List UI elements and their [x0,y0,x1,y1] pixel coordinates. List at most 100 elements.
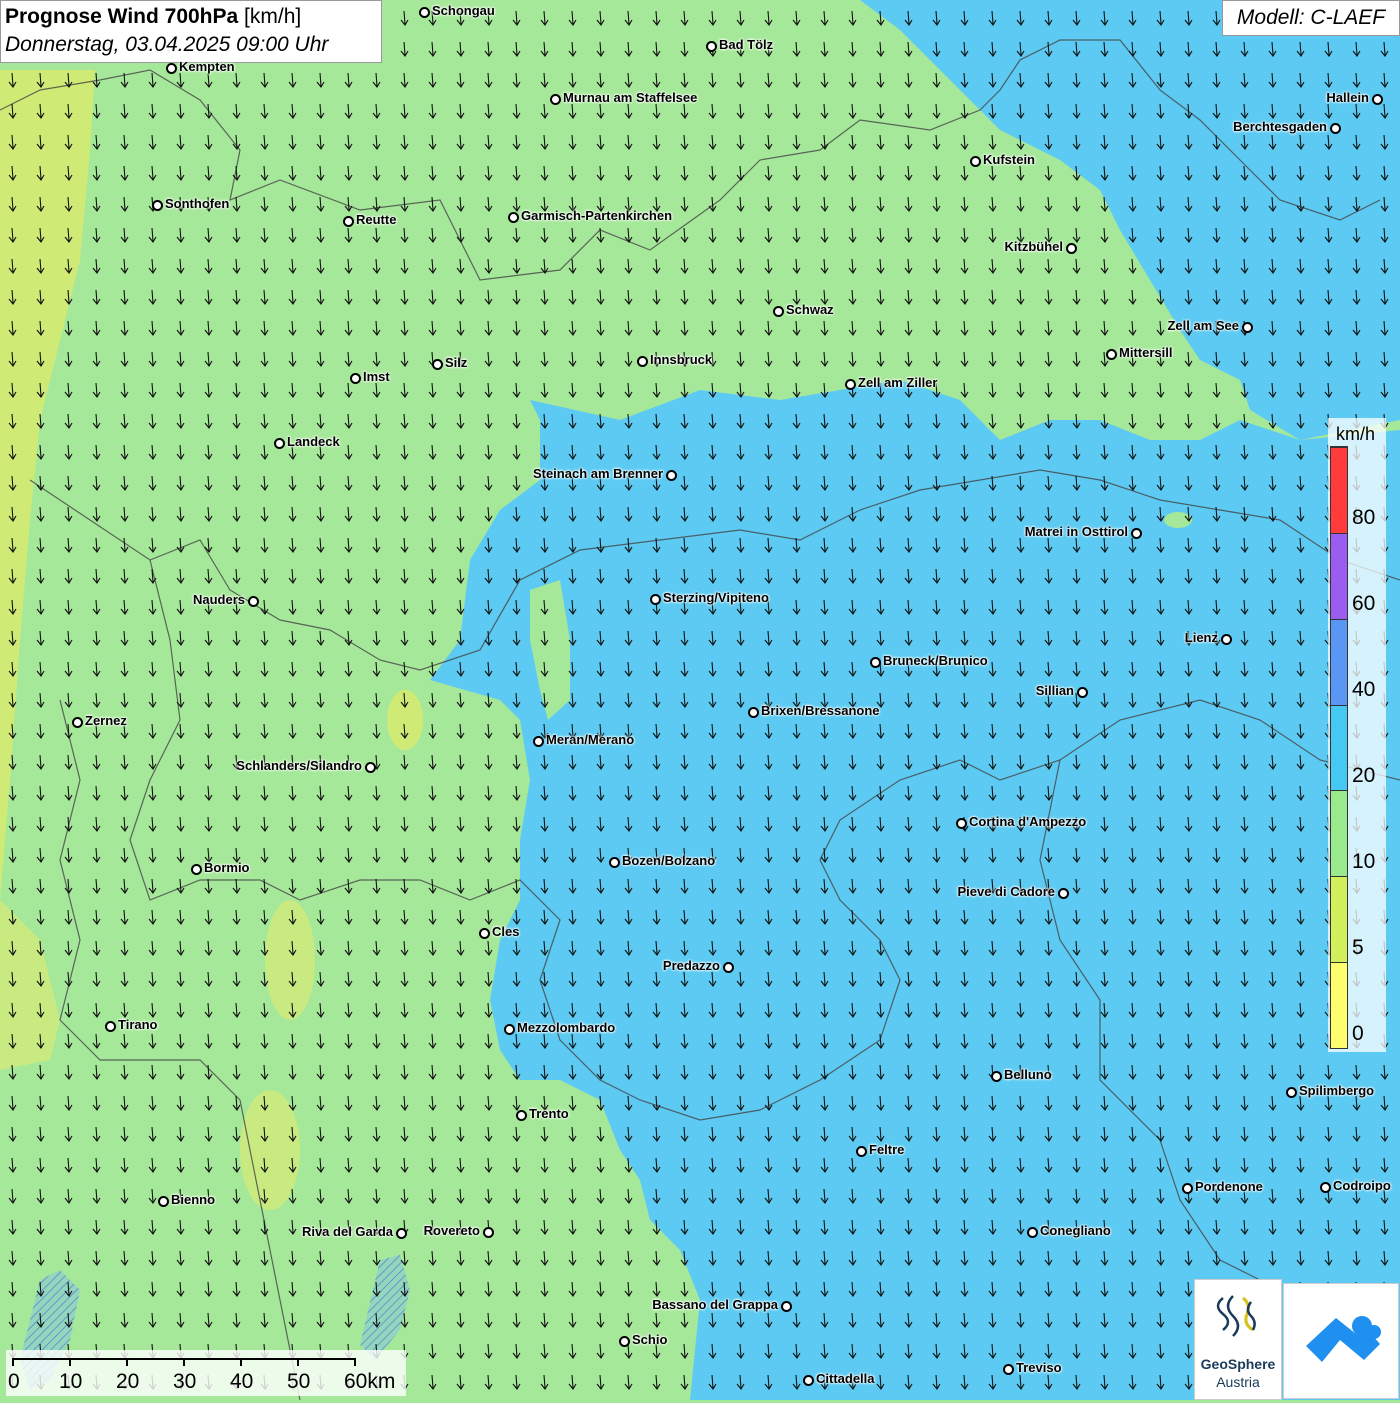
color-legend: km/h 80 60 40 20 10 5 0 [1328,418,1386,1052]
city-label: Matrei in Osttirol [1024,524,1128,539]
scale-label: 20 [116,1370,140,1393]
city-label: Codroipo [1333,1178,1391,1193]
forecast-datetime: Donnerstag, 03.04.2025 09:00 Uhr [5,33,329,56]
city-marker[interactable] [650,594,661,605]
city-marker[interactable] [666,470,677,481]
scale-tick [240,1358,242,1366]
city-marker[interactable] [343,216,354,227]
legend-color-segment [1331,962,1347,1048]
city-marker[interactable] [1077,687,1088,698]
city-marker[interactable] [1131,528,1142,539]
city-label: Lienz [1184,630,1218,645]
city-label: Schwaz [786,302,834,317]
city-marker[interactable] [1003,1364,1014,1375]
city-marker[interactable] [803,1375,814,1386]
city-marker[interactable] [191,864,202,875]
city-marker[interactable] [870,657,881,668]
city-label: Schio [632,1332,668,1347]
city-marker[interactable] [508,212,519,223]
city-label: Silz [445,355,468,370]
model-label: Modell: C-LAEF [1222,0,1400,36]
city-marker[interactable] [365,762,376,773]
city-marker[interactable] [856,1146,867,1157]
legend-tick-label: 40 [1352,678,1376,701]
scale-tick [297,1358,299,1366]
city-marker[interactable] [609,857,620,868]
city-label: Murnau am Staffelsee [563,90,698,105]
city-marker[interactable] [723,962,734,973]
city-label: Reutte [356,212,397,227]
city-marker[interactable] [1320,1182,1331,1193]
app-logo[interactable] [1283,1283,1399,1399]
city-marker[interactable] [419,7,430,18]
city-marker[interactable] [504,1024,515,1035]
city-marker[interactable] [1286,1087,1297,1098]
city-marker[interactable] [991,1071,1002,1082]
city-marker[interactable] [533,736,544,747]
city-marker[interactable] [479,928,490,939]
city-marker[interactable] [1066,243,1077,254]
legend-color-segment [1331,532,1347,619]
city-label: Feltre [869,1142,905,1157]
city-label: Berchtesgaden [1233,119,1327,134]
city-marker[interactable] [706,41,717,52]
city-marker[interactable] [1372,94,1383,105]
city-label: Cortina d'Ampezzo [969,814,1087,829]
city-marker[interactable] [350,373,361,384]
city-marker[interactable] [781,1301,792,1312]
legend-color-segment [1331,876,1347,963]
city-label: Zell am See [1167,318,1239,333]
city-marker[interactable] [1330,123,1341,134]
city-label: Belluno [1004,1067,1052,1082]
city-marker[interactable] [1242,322,1253,333]
city-label: Zell am Ziller [858,375,938,390]
city-marker[interactable] [1027,1227,1038,1238]
scale-label: 30 [173,1370,197,1393]
city-label: Kitzbühel [1004,239,1064,254]
city-marker[interactable] [72,717,83,728]
city-label: Pordenone [1195,1179,1263,1194]
geosphere-logo[interactable]: GeoSphere Austria [1194,1279,1282,1400]
city-marker[interactable] [550,94,561,105]
city-marker[interactable] [432,359,443,370]
city-marker[interactable] [166,63,177,74]
city-marker[interactable] [845,379,856,390]
weather-app-icon [1306,1316,1381,1362]
city-marker[interactable] [516,1110,527,1121]
low-wind-patch-2 [265,900,315,1020]
city-marker[interactable] [748,707,759,718]
city-marker[interactable] [274,438,285,449]
legend-tick-label: 60 [1352,592,1376,615]
city-label: Cittadella [816,1371,875,1386]
city-marker[interactable] [1058,888,1069,899]
city-marker[interactable] [396,1228,407,1239]
city-label: Nauders [192,592,245,607]
city-marker[interactable] [105,1021,116,1032]
city-marker[interactable] [970,156,981,167]
city-marker[interactable] [158,1196,169,1207]
city-marker[interactable] [637,356,648,367]
legend-tick-label: 0 [1352,1022,1364,1045]
scale-tick [126,1358,128,1366]
city-marker[interactable] [956,818,967,829]
geosphere-logo-icon [1216,1295,1256,1337]
city-label: Cles [492,924,520,939]
city-marker[interactable] [619,1336,630,1347]
city-label: Riva del Garda [301,1224,393,1239]
city-label: Sillian [1035,683,1074,698]
city-label: Bad Tölz [719,37,774,52]
city-label: Schlanders/Silandro [236,758,362,773]
city-marker[interactable] [1106,349,1117,360]
scale-tick [12,1358,14,1366]
scale-bar: 0 10 20 30 40 50 60km [6,1350,406,1396]
city-marker[interactable] [1221,634,1232,645]
city-marker[interactable] [773,306,784,317]
city-label: Imst [363,369,390,384]
map-title: Prognose Wind 700hPa [km/h] [5,5,302,28]
city-label: Hallein [1326,90,1369,105]
city-marker[interactable] [248,596,259,607]
city-marker[interactable] [1182,1183,1193,1194]
city-marker[interactable] [152,200,163,211]
city-marker[interactable] [483,1227,494,1238]
city-label: Garmisch-Partenkirchen [521,208,673,223]
